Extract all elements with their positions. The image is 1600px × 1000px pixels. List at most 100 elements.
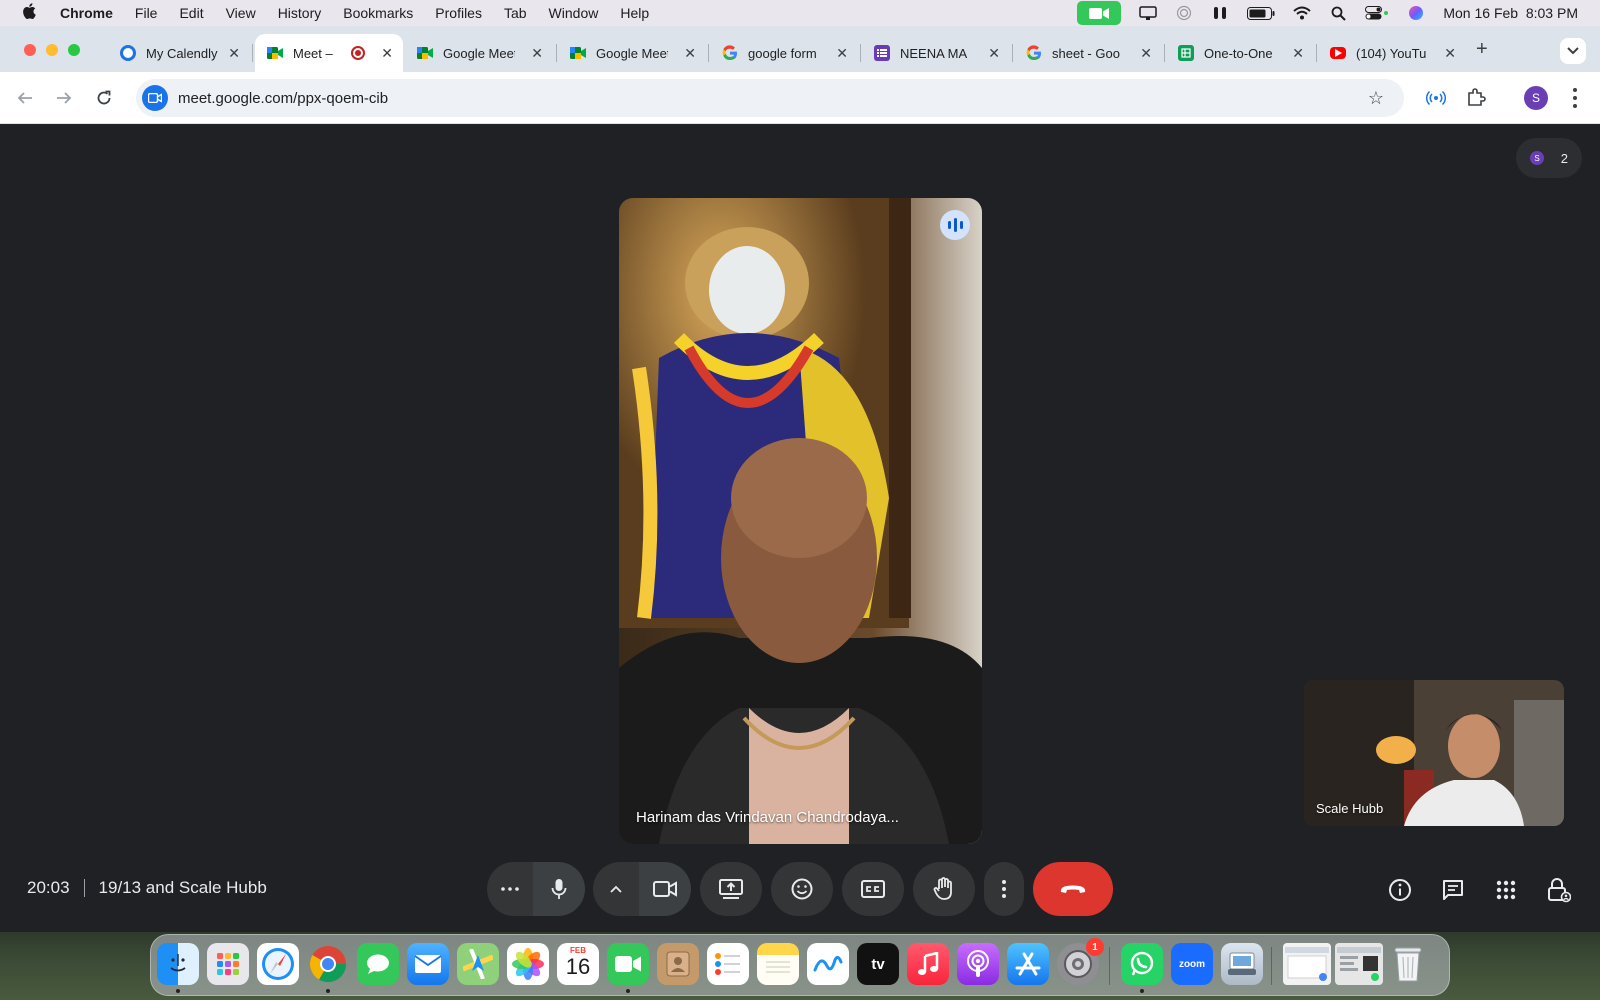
profile-avatar[interactable]: S [1524, 86, 1548, 110]
main-video-tile[interactable]: Harinam das Vrindavan Chandrodaya... [619, 198, 982, 844]
leave-call-button[interactable] [1033, 862, 1113, 916]
menu-profiles[interactable]: Profiles [435, 5, 482, 21]
forward-arrow-icon[interactable] [52, 86, 76, 110]
control-center-icon[interactable] [1365, 6, 1389, 20]
camera-button[interactable] [639, 862, 691, 916]
zoom-icon[interactable]: zoom [1171, 943, 1213, 985]
system-settings-icon[interactable]: 1 [1057, 938, 1104, 985]
self-video-tile[interactable]: Scale Hubb [1304, 680, 1564, 826]
calendar-icon[interactable]: FEB 16 [557, 943, 599, 985]
screen-mirroring-icon[interactable] [1139, 6, 1158, 20]
audio-options-button[interactable] [487, 862, 533, 916]
chrome-icon[interactable] [307, 943, 349, 985]
apple-tv-icon[interactable]: tv [857, 943, 899, 985]
tab-meet-active[interactable]: Meet – ✕ [255, 34, 403, 72]
menu-file[interactable]: File [135, 5, 158, 21]
address-bar[interactable]: meet.google.com/ppx-qoem-cib ☆ [136, 79, 1404, 117]
menu-window[interactable]: Window [549, 5, 599, 21]
menu-edit[interactable]: Edit [179, 5, 203, 21]
battery-icon[interactable] [1247, 6, 1275, 20]
present-screen-button[interactable] [700, 862, 762, 916]
host-controls-button[interactable] [1545, 876, 1573, 904]
chrome-menu-icon[interactable] [1570, 86, 1580, 110]
window-minimize-button[interactable] [46, 44, 58, 56]
new-tab-plus-icon[interactable]: + [1476, 38, 1488, 61]
tab-one-to-one[interactable]: One-to-One ✕ [1166, 34, 1314, 72]
tab-google-form[interactable]: google form ✕ [710, 34, 858, 72]
back-arrow-icon[interactable] [13, 86, 37, 110]
app-store-icon[interactable] [1007, 943, 1049, 985]
chat-button[interactable] [1439, 876, 1467, 904]
video-in-use-icon[interactable] [1077, 1, 1122, 25]
meet-site-icon[interactable] [142, 85, 168, 111]
tab-close-icon[interactable]: ✕ [836, 45, 848, 62]
window-zoom-button[interactable] [68, 44, 80, 56]
tab-close-icon[interactable]: ✕ [1292, 45, 1304, 62]
activities-button[interactable] [1492, 876, 1520, 904]
menu-bookmarks[interactable]: Bookmarks [343, 5, 413, 21]
menubar-clock[interactable]: Mon 16 Feb 8:03 PM [1443, 5, 1578, 21]
safari-icon[interactable] [257, 943, 299, 985]
meeting-details-button[interactable] [1386, 876, 1414, 904]
wifi-icon[interactable] [1293, 6, 1312, 20]
whatsapp-icon[interactable] [1121, 943, 1163, 985]
finder-icon[interactable] [157, 943, 199, 985]
mail-icon[interactable] [407, 943, 449, 985]
maps-icon[interactable] [457, 943, 499, 985]
tab-close-icon[interactable]: ✕ [531, 45, 543, 62]
captions-button[interactable] [842, 862, 904, 916]
tab-my-calendly[interactable]: My Calendly ✕ [108, 34, 250, 72]
url-text[interactable]: meet.google.com/ppx-qoem-cib [178, 90, 388, 107]
tab-close-icon[interactable]: ✕ [381, 45, 393, 62]
contacts-icon[interactable] [657, 943, 699, 985]
photos-icon[interactable] [507, 943, 549, 985]
google-forms-icon [874, 45, 890, 61]
notes-icon[interactable] [757, 943, 799, 985]
apple-menu-icon[interactable] [22, 2, 42, 24]
bookmark-star-icon[interactable]: ☆ [1368, 88, 1384, 109]
extensions-puzzle-icon[interactable] [1466, 87, 1486, 112]
video-options-button[interactable] [593, 862, 639, 916]
tab-close-icon[interactable]: ✕ [684, 45, 696, 62]
tab-sheet-google[interactable]: sheet - Goo ✕ [1014, 34, 1162, 72]
menu-history[interactable]: History [278, 5, 322, 21]
tab-youtube[interactable]: (104) YouTu ✕ [1318, 34, 1466, 72]
freeform-icon[interactable] [807, 943, 849, 985]
facetime-icon[interactable] [607, 943, 649, 985]
siri-icon[interactable] [1407, 6, 1425, 20]
tab-google-meet-2[interactable]: Google Meet ✕ [558, 34, 706, 72]
reminders-icon[interactable] [707, 943, 749, 985]
tab-neena-ma[interactable]: NEENA MA ✕ [862, 34, 1010, 72]
recent-window-thumbnail-1[interactable] [1283, 943, 1331, 985]
chrome-tab-strip: My Calendly ✕ Meet – ✕ Google Meet ✕ Goo… [0, 26, 1600, 72]
tab-close-icon[interactable]: ✕ [1140, 45, 1152, 62]
recent-window-thumbnail-2[interactable] [1335, 943, 1383, 985]
menu-view[interactable]: View [226, 5, 256, 21]
menu-app-name[interactable]: Chrome [60, 5, 113, 21]
tab-close-icon[interactable]: ✕ [1444, 45, 1456, 62]
preview-icon[interactable] [1221, 943, 1263, 985]
microphone-button[interactable] [533, 862, 585, 916]
menu-tab[interactable]: Tab [504, 5, 527, 21]
tab-close-icon[interactable]: ✕ [228, 45, 240, 62]
tab-google-meet-1[interactable]: Google Meet ✕ [405, 34, 553, 72]
window-close-button[interactable] [24, 44, 36, 56]
airdrop-icon[interactable] [1175, 5, 1193, 21]
airpods-icon[interactable] [1211, 6, 1229, 20]
menu-help[interactable]: Help [620, 5, 649, 21]
trash-icon[interactable] [1387, 943, 1429, 985]
music-icon[interactable] [907, 943, 949, 985]
settings-notification-badge: 1 [1086, 938, 1104, 956]
podcasts-icon[interactable] [957, 943, 999, 985]
reactions-button[interactable] [771, 862, 833, 916]
more-options-button[interactable] [984, 862, 1024, 916]
spotlight-search-icon[interactable] [1329, 6, 1347, 21]
messages-icon[interactable] [357, 943, 399, 985]
participants-button[interactable]: S 2 [1516, 138, 1582, 178]
cast-broadcast-icon[interactable] [1425, 88, 1447, 113]
tab-search-button[interactable] [1560, 38, 1586, 64]
reload-icon[interactable] [92, 86, 116, 110]
tab-close-icon[interactable]: ✕ [988, 45, 1000, 62]
launchpad-icon[interactable] [207, 943, 249, 985]
raise-hand-button[interactable] [913, 862, 975, 916]
